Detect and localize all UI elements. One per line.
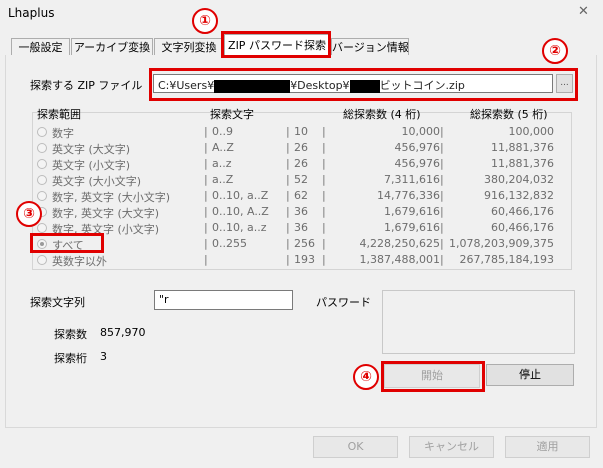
range-chars: a..z — [212, 157, 232, 170]
range-total-5: 1,078,203,909,375 — [449, 237, 554, 250]
password-output — [382, 290, 575, 354]
range-label: 数字, 英文字 (大文字) — [52, 207, 160, 220]
tab-archive-convert[interactable]: アーカイブ変換 — [71, 38, 153, 56]
search-digits-value: 3 — [100, 350, 107, 363]
range-total-5: 100,000 — [508, 125, 555, 138]
radio-button[interactable] — [37, 223, 47, 233]
range-total-4: 14,776,336 — [377, 189, 440, 202]
range-total-5: 60,466,176 — [491, 221, 554, 234]
radio-button[interactable] — [37, 191, 47, 201]
range-total-4: 4,228,250,625 — [359, 237, 440, 250]
range-total-4: 10,000 — [401, 125, 441, 138]
range-chars: A..Z — [212, 141, 234, 154]
range-total-4: 7,311,616 — [384, 173, 440, 186]
annotation-number-3: ③ — [16, 201, 42, 227]
range-count: 52 — [294, 173, 308, 186]
stop-button[interactable]: 停止 — [486, 364, 574, 386]
range-chars: 0..10, A..Z — [212, 205, 269, 218]
range-chars: 0..255 — [212, 237, 247, 250]
range-label: 英文字 (小文字) — [52, 159, 131, 172]
range-total-4: 1,387,488,001 — [359, 253, 440, 266]
range-row-digits-mixed[interactable]: 数字, 英文字 (大小文字) | 0..10, a..Z | 62 | 14,7… — [36, 188, 556, 205]
range-row-digits[interactable]: 数字 | 0..9 | 10 | 10,000 | 100,000 — [36, 124, 556, 141]
range-label: 数字 — [52, 127, 74, 140]
search-digits-label: 探索桁 — [54, 352, 87, 365]
annotation-box-tab — [221, 31, 331, 58]
close-icon[interactable]: ✕ — [578, 4, 589, 19]
window-title: Lhaplus — [8, 6, 55, 20]
range-row-digits-upper[interactable]: 数字, 英文字 (大文字) | 0..10, A..Z | 36 | 1,679… — [36, 204, 556, 221]
tab-string-convert[interactable]: 文字列変換 — [154, 38, 224, 56]
range-count: 193 — [294, 253, 315, 266]
range-total-4: 1,679,616 — [384, 205, 440, 218]
radio-button[interactable] — [37, 175, 47, 185]
search-count-label: 探索数 — [54, 328, 87, 341]
range-count: 36 — [294, 221, 308, 234]
range-row-mixed-case[interactable]: 英文字 (大小文字) | a..Z | 52 | 7,311,616 | 380… — [36, 172, 556, 189]
header-chars: 探索文字 — [210, 108, 254, 121]
range-total-5: 380,204,032 — [484, 173, 554, 186]
range-label: 数字, 英文字 (大小文字) — [52, 191, 171, 204]
header-total-5: 総探索数 (5 桁) — [470, 108, 548, 121]
search-string-input[interactable]: "r — [154, 290, 293, 310]
range-count: 26 — [294, 141, 308, 154]
search-string-label: 探索文字列 — [30, 296, 85, 309]
range-label: 英文字 (大小文字) — [52, 175, 142, 188]
radio-button[interactable] — [37, 127, 47, 137]
range-label: 英文字 (大文字) — [52, 143, 131, 156]
range-chars: a..Z — [212, 173, 234, 186]
annotation-box-all — [30, 233, 104, 253]
header-range: 探索範囲 — [37, 108, 81, 121]
annotation-number-4: ④ — [353, 364, 379, 390]
range-row-digits-lower[interactable]: 数字, 英文字 (小文字) | 0..10, a..z | 36 | 1,679… — [36, 220, 556, 237]
zip-file-label: 探索する ZIP ファイル — [30, 79, 143, 92]
range-chars: 0..10, a..Z — [212, 189, 269, 202]
apply-button[interactable]: 適用 — [505, 436, 590, 458]
range-row-all[interactable]: すべて | 0..255 | 256 | 4,228,250,625 | 1,0… — [36, 236, 556, 253]
header-total-4: 総探索数 (4 桁) — [343, 108, 421, 121]
search-count-value: 857,970 — [100, 326, 146, 339]
range-total-4: 456,976 — [394, 157, 441, 170]
cancel-button[interactable]: キャンセル — [409, 436, 494, 458]
range-total-5: 916,132,832 — [484, 189, 554, 202]
range-total-4: 456,976 — [394, 141, 441, 154]
range-count: 256 — [294, 237, 315, 250]
range-chars: 0..10, a..z — [212, 221, 267, 234]
tab-general[interactable]: 一般設定 — [11, 38, 70, 56]
range-count: 10 — [294, 125, 308, 138]
range-chars: 0..9 — [212, 125, 233, 138]
range-count: 62 — [294, 189, 308, 202]
range-total-5: 60,466,176 — [491, 205, 554, 218]
annotation-number-2: ② — [542, 38, 568, 64]
radio-button[interactable] — [37, 143, 47, 153]
password-label: パスワード — [316, 296, 371, 309]
annotation-number-1: ① — [192, 8, 218, 34]
range-total-5: 11,881,376 — [491, 141, 554, 154]
range-count: 26 — [294, 157, 308, 170]
range-total-4: 1,679,616 — [384, 221, 440, 234]
radio-button[interactable] — [37, 159, 47, 169]
range-count: 36 — [294, 205, 308, 218]
range-row-lower[interactable]: 英文字 (小文字) | a..z | 26 | 456,976 | 11,881… — [36, 156, 556, 173]
range-total-5: 267,785,184,193 — [459, 253, 554, 266]
radio-button[interactable] — [37, 255, 47, 265]
tab-version-info[interactable]: バージョン情報 — [331, 38, 409, 56]
annotation-box-start — [381, 361, 485, 392]
range-label: 英数字以外 — [52, 255, 107, 268]
range-total-5: 11,881,376 — [491, 157, 554, 170]
range-row-upper[interactable]: 英文字 (大文字) | A..Z | 26 | 456,976 | 11,881… — [36, 140, 556, 157]
annotation-box-zip-path — [149, 68, 578, 101]
range-row-non-alnum[interactable]: 英数字以外 | | 193 | 1,387,488,001 | 267,785,… — [36, 252, 556, 269]
ok-button[interactable]: OK — [313, 436, 398, 458]
